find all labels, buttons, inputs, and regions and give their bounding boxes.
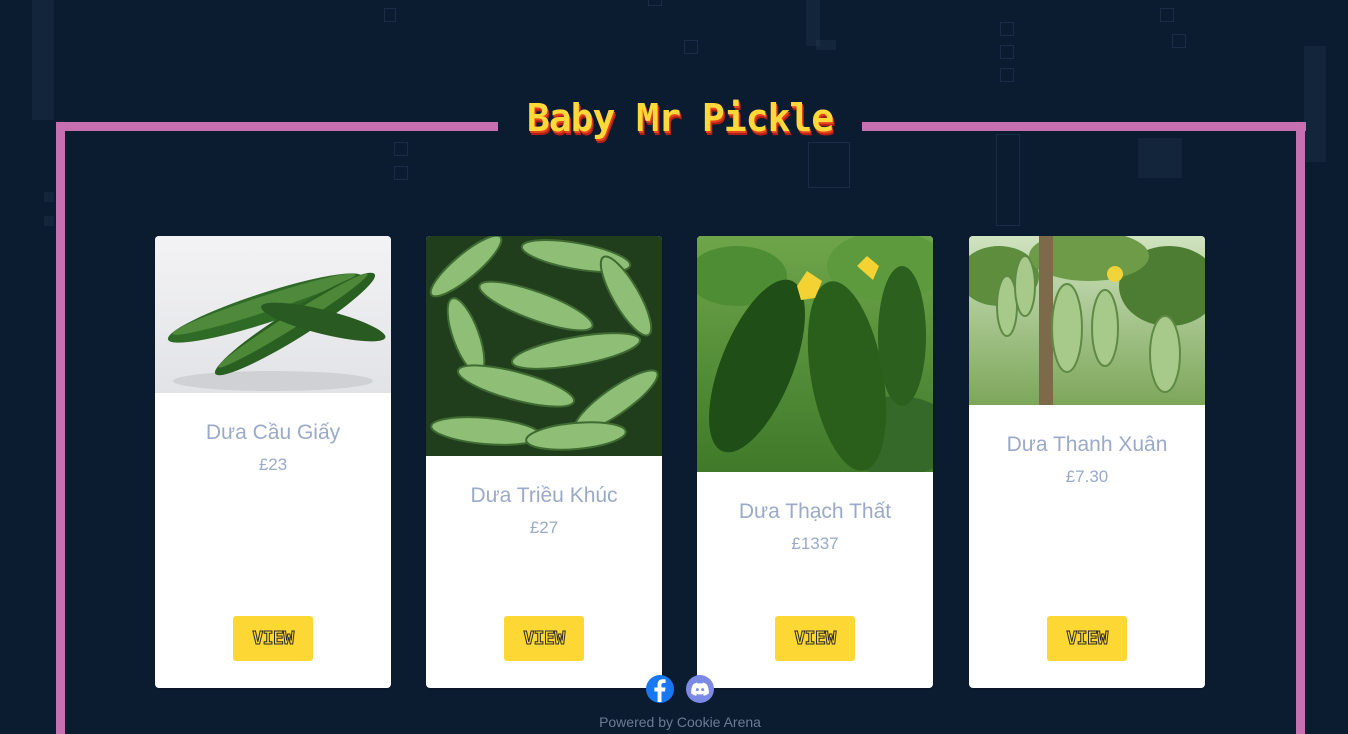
- discord-icon[interactable]: [686, 675, 714, 703]
- product-name[interactable]: Dưa Thạch Thất: [697, 500, 933, 524]
- view-button[interactable]: VIEW: [1047, 616, 1127, 661]
- product-image: [969, 236, 1205, 405]
- background-decoration: [394, 166, 408, 180]
- background-decoration: [648, 0, 662, 6]
- product-price: £27: [529, 518, 559, 537]
- product-name[interactable]: Dưa Triều Khúc: [426, 484, 662, 508]
- frame-border-top-left: [56, 122, 498, 131]
- product-image: [697, 236, 933, 472]
- product-image: [426, 236, 662, 456]
- product-card: Dưa Thạch Thất £1337 VIEW: [697, 236, 933, 688]
- background-decoration: [684, 40, 698, 54]
- view-button[interactable]: VIEW: [233, 616, 313, 661]
- site-title: Baby Mr Pickle: [526, 96, 834, 140]
- frame-border-right: [1296, 122, 1305, 734]
- powered-by-text: Powered by Cookie Arena: [599, 714, 761, 730]
- frame-border-top-right: [862, 122, 1306, 131]
- background-decoration: [808, 142, 850, 188]
- product-card: Dưa Thanh Xuân £7.30 VIEW: [969, 236, 1205, 688]
- background-decoration: [394, 142, 408, 156]
- frame-border-left: [56, 122, 65, 734]
- product-price: £1337: [791, 534, 839, 553]
- background-decoration: [32, 0, 54, 120]
- facebook-icon[interactable]: [646, 675, 674, 703]
- background-decoration: [1160, 8, 1174, 22]
- product-card: Dưa Triều Khúc £27 VIEW: [426, 236, 662, 688]
- product-image: [155, 236, 391, 393]
- view-button[interactable]: VIEW: [775, 616, 855, 661]
- background-decoration: [1138, 138, 1182, 178]
- product-name[interactable]: Dưa Cầu Giấy: [155, 421, 391, 445]
- background-decoration: [44, 192, 54, 202]
- background-decoration: [816, 40, 836, 50]
- background-decoration: [1000, 22, 1014, 36]
- product-price: £23: [258, 455, 288, 474]
- view-button[interactable]: VIEW: [504, 616, 584, 661]
- background-decoration: [1172, 34, 1186, 48]
- background-decoration: [996, 134, 1020, 226]
- background-decoration: [1000, 45, 1014, 59]
- background-decoration: [384, 8, 396, 22]
- background-decoration: [1304, 46, 1326, 162]
- product-card: Dưa Cầu Giấy £23 VIEW: [155, 236, 391, 688]
- product-name[interactable]: Dưa Thanh Xuân: [969, 433, 1205, 457]
- product-price: £7.30: [1065, 467, 1109, 486]
- background-decoration: [44, 216, 54, 226]
- background-decoration: [1000, 68, 1014, 82]
